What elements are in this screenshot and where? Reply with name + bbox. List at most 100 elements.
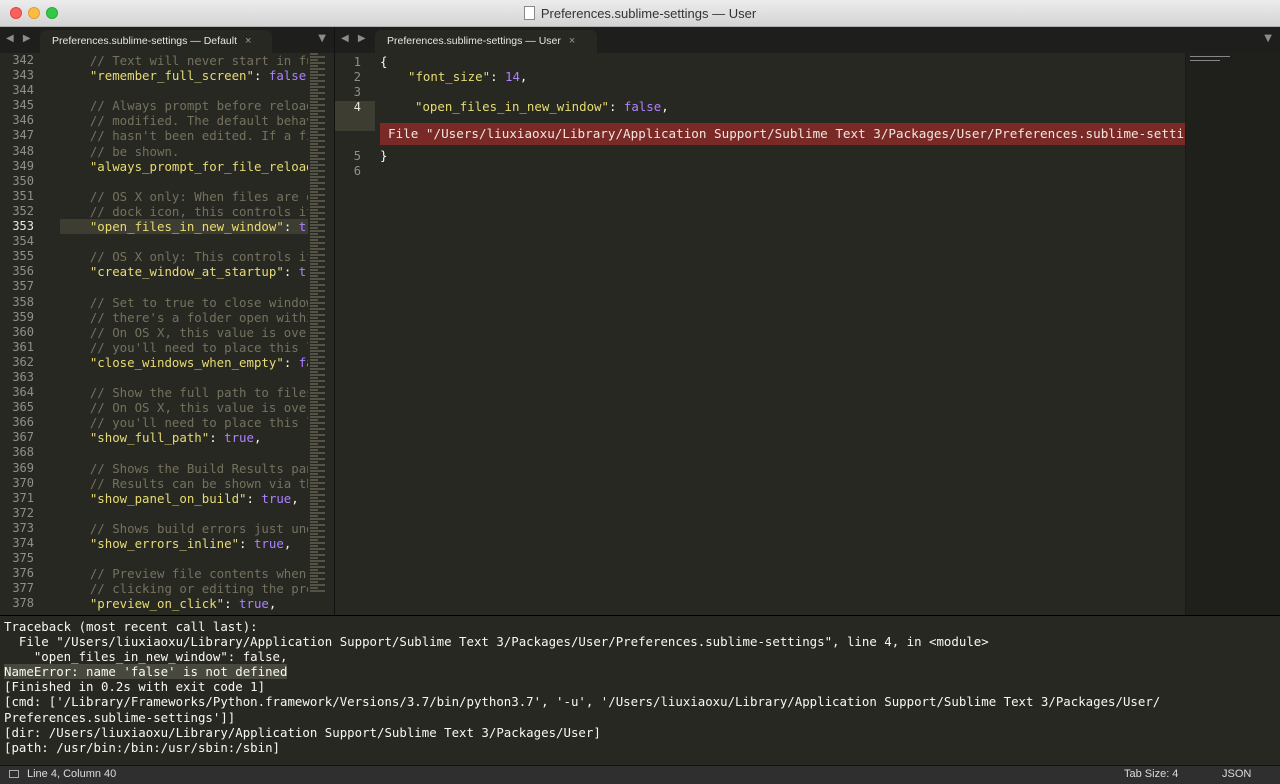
code-line[interactable]: "remember_full_screen": false, bbox=[60, 68, 308, 83]
code-line[interactable]: "show_errors_inline": true, bbox=[60, 536, 308, 551]
minimap-line bbox=[310, 224, 325, 226]
code-line[interactable]: // Always prompt before reloading bbox=[60, 98, 308, 113]
code-line[interactable]: // Results can be shown via the bbox=[60, 476, 308, 491]
line-number: 6 bbox=[353, 164, 361, 178]
minimap-line bbox=[310, 155, 318, 157]
code-text: : bbox=[283, 354, 299, 370]
code-line[interactable]: // be shown. bbox=[60, 144, 308, 159]
code-line[interactable]: // hasn't been edited. If a file bbox=[60, 128, 308, 143]
code-line[interactable] bbox=[60, 234, 308, 249]
code-line[interactable]: // Preview file contents when cl bbox=[60, 566, 308, 581]
line-number: 3 bbox=[353, 85, 361, 99]
code-line[interactable] bbox=[60, 370, 308, 385]
minimap-line bbox=[310, 278, 325, 280]
minimap-line bbox=[310, 179, 318, 181]
right-editor-pane[interactable]: 1 2 3 4 5 6 { "font_size": 14, "open_fil… bbox=[335, 53, 1280, 615]
tab-size-selector[interactable]: Tab Size: 4 bbox=[1124, 768, 1178, 780]
close-tab-icon[interactable]: × bbox=[569, 35, 575, 47]
code-line[interactable]: // there's a folder open within bbox=[60, 310, 308, 325]
line-number: 366 bbox=[12, 415, 34, 430]
code-line[interactable]: // you'll need to place this lin bbox=[60, 415, 308, 430]
code-line[interactable] bbox=[60, 279, 308, 294]
comment-text: // you'll need to place this lin bbox=[89, 415, 308, 431]
code-line[interactable]: // clicking or editing the previ bbox=[60, 581, 308, 596]
code-text: : bbox=[224, 596, 240, 612]
right-tab-bar: ◀ ▶ Preferences.sublime-settings — User ×… bbox=[335, 27, 1280, 53]
code-line[interactable] bbox=[60, 506, 308, 521]
code-line[interactable]: "show_panel_on_build": true, bbox=[60, 491, 308, 506]
status-bar: Line 4, Column 40 Tab Size: 4 JSON bbox=[0, 765, 1280, 784]
code-text: : bbox=[239, 536, 254, 551]
left-editor-pane[interactable]: 342 343 344 345 346 347 348 349 350 351 352 353 354 3… bbox=[0, 53, 334, 615]
minimap-line bbox=[310, 371, 318, 373]
code-line[interactable]: } bbox=[380, 148, 387, 163]
syntax-selector[interactable]: JSON bbox=[1222, 768, 1251, 780]
code-line[interactable]: // On OS X, this value is overri bbox=[60, 325, 308, 340]
minimap-line bbox=[310, 65, 318, 67]
json-key: "show_errors_inline" bbox=[89, 536, 240, 551]
line-number: 376 bbox=[12, 566, 34, 581]
code-line[interactable]: // On OS X, this value is overri bbox=[60, 400, 308, 415]
close-tab-icon[interactable]: × bbox=[245, 35, 251, 47]
code-line[interactable]: { bbox=[380, 54, 387, 69]
code-line[interactable]: "create_window_at_startup": true bbox=[60, 264, 308, 279]
code-line[interactable]: // Show the full path to files i bbox=[60, 385, 308, 400]
panel-toggle-icon[interactable] bbox=[9, 770, 19, 778]
tab-user-settings[interactable]: Preferences.sublime-settings — User × bbox=[375, 30, 597, 53]
code-line[interactable]: "close_windows_when_empty": false bbox=[60, 355, 308, 370]
minimap-line bbox=[310, 386, 325, 388]
code-line[interactable]: "preview_on_click": true, bbox=[60, 596, 308, 611]
document-icon bbox=[523, 6, 535, 20]
code-line-current[interactable]: "open_files_in_new_window": true bbox=[60, 219, 308, 235]
minimap-line bbox=[310, 359, 318, 361]
minimap-line bbox=[310, 173, 318, 175]
build-output-panel[interactable]: Traceback (most recent call last): File … bbox=[0, 615, 1280, 765]
code-line[interactable]: "always_prompt_for_file_reload": bbox=[60, 159, 308, 174]
minimap[interactable] bbox=[1185, 53, 1280, 615]
minimap-line bbox=[310, 326, 325, 328]
code-line[interactable] bbox=[60, 83, 308, 98]
code-area[interactable]: // Text will never start in full "rememb… bbox=[60, 53, 308, 611]
code-line[interactable]: // you'll need to place this lin bbox=[60, 340, 308, 355]
json-value: true bbox=[261, 490, 292, 506]
minimap-line bbox=[310, 251, 318, 253]
minimap-line bbox=[310, 500, 325, 502]
line-number: 346 bbox=[12, 113, 34, 128]
code-line[interactable]: // Set to true to close windows bbox=[60, 295, 308, 310]
right-tab-nav-arrows-icon[interactable]: ◀ ▶ bbox=[341, 33, 369, 44]
left-tab-nav-arrows-icon[interactable]: ◀ ▶ bbox=[6, 33, 34, 44]
tab-dropdown-icon[interactable]: ▼ bbox=[318, 33, 326, 44]
minimap-line bbox=[310, 56, 325, 58]
tab-default-settings[interactable]: Preferences.sublime-settings — Default × bbox=[40, 30, 272, 53]
code-line[interactable]: "show_full_path": true, bbox=[60, 430, 308, 445]
minimap-line bbox=[310, 554, 325, 556]
minimap-line bbox=[310, 578, 325, 580]
code-line[interactable]: "font_size": 14, bbox=[408, 69, 527, 84]
minimap[interactable] bbox=[308, 53, 334, 615]
code-line[interactable]: // modified. The default behavior bbox=[60, 113, 308, 128]
minimap-line bbox=[310, 407, 318, 409]
code-line[interactable]: // Shows the Build Results panel bbox=[60, 461, 308, 476]
code-line[interactable]: // dock icon, this controls if a bbox=[60, 204, 308, 219]
tab-dropdown-icon[interactable]: ▼ bbox=[1264, 33, 1272, 44]
minimap-line bbox=[310, 104, 325, 106]
minimap-line bbox=[310, 455, 318, 457]
code-line[interactable]: // OS X only: This controls if a bbox=[60, 249, 308, 264]
code-line[interactable]: // OS X only: When files are ope bbox=[60, 189, 308, 204]
code-line[interactable] bbox=[60, 445, 308, 460]
minimap-line bbox=[310, 380, 325, 382]
line-number: 343 bbox=[12, 68, 34, 83]
minimap-line bbox=[310, 404, 325, 406]
code-line[interactable] bbox=[60, 174, 308, 189]
code-line-current[interactable]: "open_files_in_new_window": false, bbox=[415, 99, 669, 114]
code-line[interactable] bbox=[60, 551, 308, 566]
code-line[interactable]: // Text will never start in full bbox=[60, 53, 308, 68]
code-text: , bbox=[291, 490, 299, 506]
line-number: 342 bbox=[12, 53, 34, 67]
code-line[interactable]: // Shows build errors just under bbox=[60, 521, 308, 536]
